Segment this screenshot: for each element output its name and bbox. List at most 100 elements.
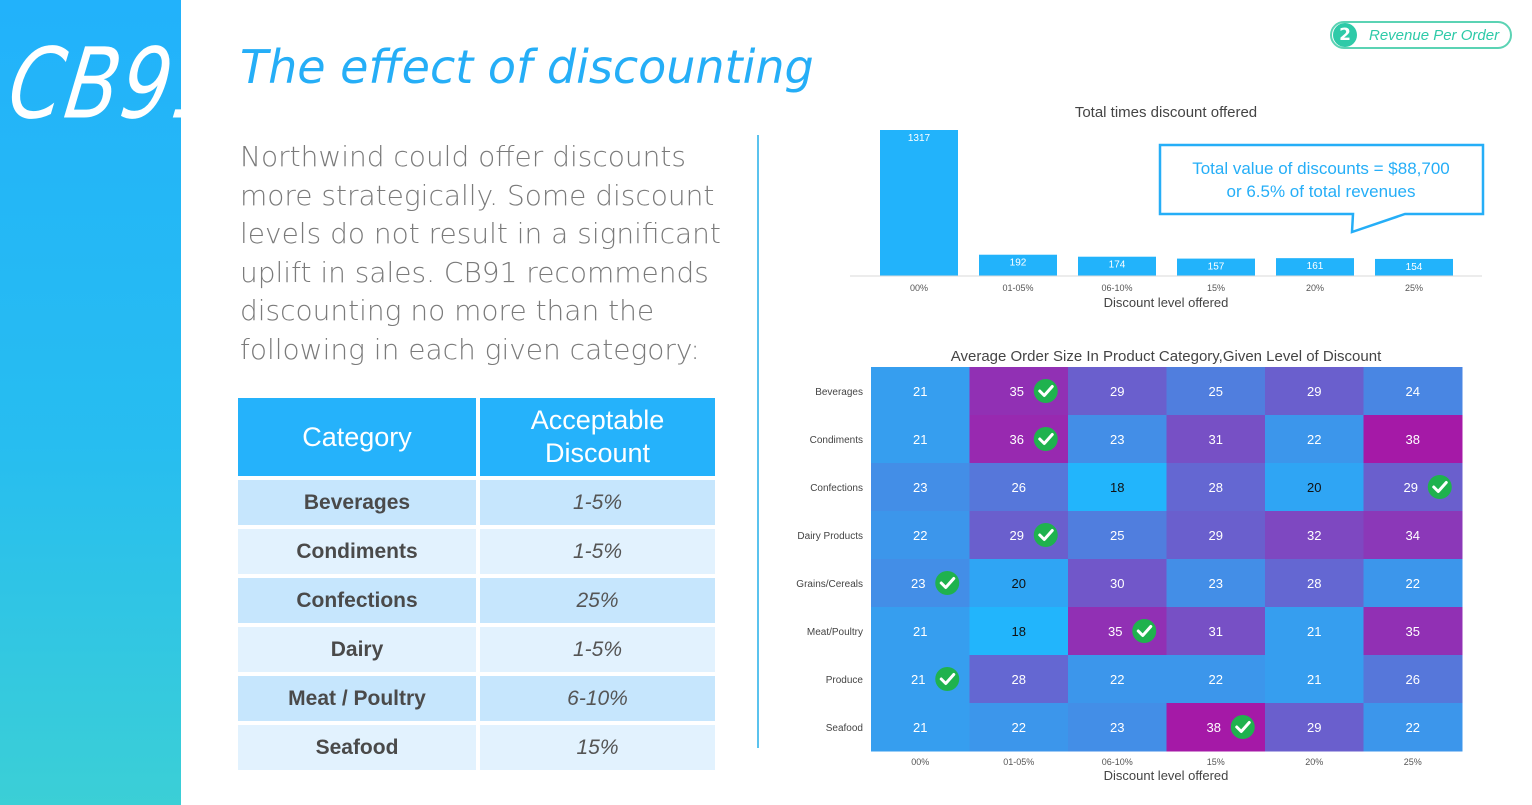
heatmap-cells: 21 35 29 25 29 24 21 36 23 31 22 38 23 26 18 28 20 29 22 29… [871,367,1463,752]
bar [880,130,958,276]
x-tick-label: 25% [1404,757,1422,767]
cell-value-label: 35 [1010,384,1024,399]
y-category-label: Grains/Cereals [796,579,863,590]
discount-cell: 6-10% [478,674,717,723]
bar-value-label: 161 [1307,261,1324,272]
bar-x-ticks: 00% 01-05% 06-10% 15% 20% 25% [910,283,1423,293]
cb91-logo: CB91 [2,28,234,142]
discount-cell: 1-5% [478,625,717,674]
cell-value-label: 35 [1108,624,1122,639]
cell-value-label: 25 [1110,528,1124,543]
x-tick-label: 01-05% [1003,757,1034,767]
table-row: Beverages 1-5% [236,478,717,527]
cell-value-label: 21 [913,384,927,399]
check-icon [1033,427,1058,451]
callout-line-2: or 6.5% of total revenues [1226,182,1415,201]
x-tick-label: 06-10% [1102,757,1133,767]
cell-value-label: 38 [1406,432,1420,447]
section-badge[interactable]: 2 Revenue Per Order [1330,21,1512,49]
cell-value-label: 38 [1207,720,1221,735]
cell-value-label: 29 [1404,480,1418,495]
cell-value-label: 32 [1307,528,1321,543]
cell-value-label: 34 [1406,528,1420,543]
x-tick-label: 01-05% [1002,283,1033,293]
vertical-divider [757,135,759,748]
intro-paragraph: Northwind could offer discounts more str… [240,140,721,366]
cell-value-label: 21 [913,624,927,639]
cell-value-label: 28 [1012,672,1026,687]
y-category-label: Produce [826,675,864,686]
discount-frequency-bar-chart: Total times discount offered 1317 192 174 1… [850,104,1485,310]
bar-value-label: 192 [1010,258,1027,269]
page-title: The effect of discounting [240,40,814,94]
cell-value-label: 23 [1209,576,1223,591]
cell-value-label: 22 [1307,432,1321,447]
table-row: Seafood 15% [236,723,717,772]
cell-value-label: 22 [1209,672,1223,687]
x-tick-label: 06-10% [1101,283,1132,293]
bar-value-label: 157 [1208,262,1225,273]
cell-value-label: 18 [1110,480,1124,495]
cell-value-label: 31 [1209,432,1223,447]
callout-line-1: Total value of discounts = $88,700 [1192,159,1450,178]
cell-value-label: 23 [1110,432,1124,447]
cell-value-label: 35 [1406,624,1420,639]
cell-value-label: 21 [1307,672,1321,687]
cell-value-label: 21 [911,672,925,687]
check-icon [1033,523,1058,547]
check-icon [935,667,960,691]
y-category-label: Meat/Poultry [807,627,863,638]
x-tick-label: 25% [1405,283,1423,293]
category-cell: Condiments [236,527,478,576]
category-cell: Meat / Poultry [236,674,478,723]
check-icon [1132,619,1157,643]
cell-value-label: 22 [913,528,927,543]
cell-value-label: 23 [913,480,927,495]
sidebar: CB91 [0,0,234,805]
x-tick-label: 20% [1305,757,1323,767]
x-tick-label: 15% [1207,757,1225,767]
x-tick-label: 15% [1207,283,1225,293]
discount-cell: 25% [478,576,717,625]
category-cell: Seafood [236,723,478,772]
cell-value-label: 22 [1110,672,1124,687]
category-cell: Dairy [236,625,478,674]
cell-value-label: 22 [1406,576,1420,591]
badge-label: Revenue Per Order [1369,26,1500,44]
check-icon [935,571,960,595]
heatmap-y-labels: Beverages Condiments Confections Dairy Prod… [796,387,863,734]
cell-value-label: 20 [1307,480,1321,495]
heatmap-title: Average Order Size In Product Category,G… [951,348,1382,365]
heatmap-xlabel: Discount level offered [1104,768,1229,783]
cell-value-label: 22 [1012,720,1026,735]
bar-value-label: 154 [1406,262,1423,273]
bar-chart-xlabel: Discount level offered [1104,295,1229,310]
cell-value-label: 20 [1012,576,1026,591]
header-category: Category [236,396,478,478]
order-size-heatmap: Average Order Size In Product Category,G… [796,348,1463,783]
bar-chart-title: Total times discount offered [1075,104,1257,121]
x-tick-label: 20% [1306,283,1324,293]
heatmap-x-labels: 00% 01-05% 06-10% 15% 20% 25% [911,757,1422,767]
y-category-label: Seafood [826,723,863,734]
cell-value-label: 23 [1110,720,1124,735]
badge-number: 2 [1333,23,1357,47]
cell-value-label: 21 [1307,624,1321,639]
cell-value-label: 21 [913,720,927,735]
cell-value-label: 24 [1406,384,1420,399]
table-row: Meat / Poultry 6-10% [236,674,717,723]
cell-value-label: 28 [1209,480,1223,495]
table-row: Dairy 1-5% [236,625,717,674]
x-tick-label: 00% [910,283,928,293]
cell-value-label: 25 [1209,384,1223,399]
y-category-label: Confections [810,483,863,494]
cell-value-label: 26 [1012,480,1026,495]
table-row: Confections 25% [236,576,717,625]
cell-value-label: 23 [911,576,925,591]
cell-value-label: 21 [913,432,927,447]
check-icon [1427,475,1452,499]
category-cell: Beverages [236,478,478,527]
category-cell: Confections [236,576,478,625]
cell-value-label: 26 [1406,672,1420,687]
table-row: Condiments 1-5% [236,527,717,576]
